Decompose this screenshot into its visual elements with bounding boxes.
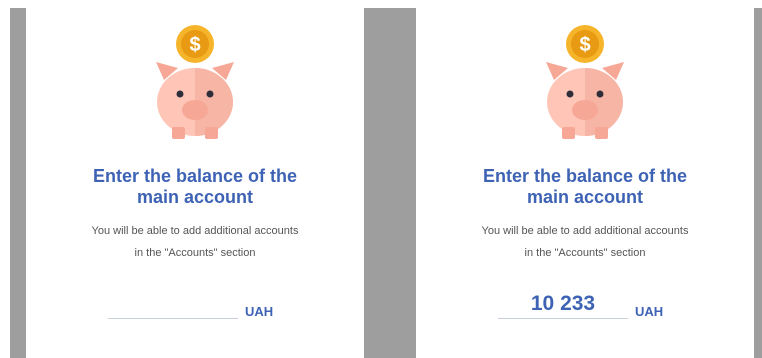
balance-input-row: UAH: [108, 290, 308, 330]
right-edge-gutter: [754, 8, 762, 358]
subtitle-line-2: in the "Accounts" section: [524, 247, 646, 259]
left-edge-gutter: [10, 8, 26, 358]
balance-input-row: 10 233 UAH: [498, 290, 698, 330]
svg-text:$: $: [189, 34, 200, 56]
title-line-2: main account: [136, 187, 254, 207]
screen-subtitle: You will be able to add additional accou…: [26, 220, 364, 264]
title-line-1: Enter the balance of the: [482, 166, 688, 186]
piggy-bank-icon: $: [546, 25, 624, 139]
onboarding-screen-empty: $ Enter the balance of the main account …: [26, 8, 364, 358]
screen-title: Enter the balance of the main account: [26, 166, 364, 208]
title-line-2: main account: [526, 187, 644, 207]
currency-label: UAH: [245, 304, 274, 319]
subtitle-line-2: in the "Accounts" section: [134, 247, 256, 259]
onboarding-screen-filled: $ Enter the balance of the main account …: [416, 8, 754, 358]
subtitle-line-1: You will be able to add additional accou…: [481, 225, 689, 237]
title-line-1: Enter the balance of the: [92, 166, 298, 186]
screen-subtitle: You will be able to add additional accou…: [416, 220, 754, 264]
currency-label: UAH: [635, 304, 664, 319]
screen-title: Enter the balance of the main account: [416, 166, 754, 208]
balance-input[interactable]: [108, 290, 238, 319]
svg-text:$: $: [579, 34, 590, 56]
center-gutter: [364, 8, 416, 358]
balance-input[interactable]: 10 233: [498, 290, 628, 319]
piggy-bank-icon: $: [156, 25, 234, 139]
subtitle-line-1: You will be able to add additional accou…: [91, 225, 299, 237]
